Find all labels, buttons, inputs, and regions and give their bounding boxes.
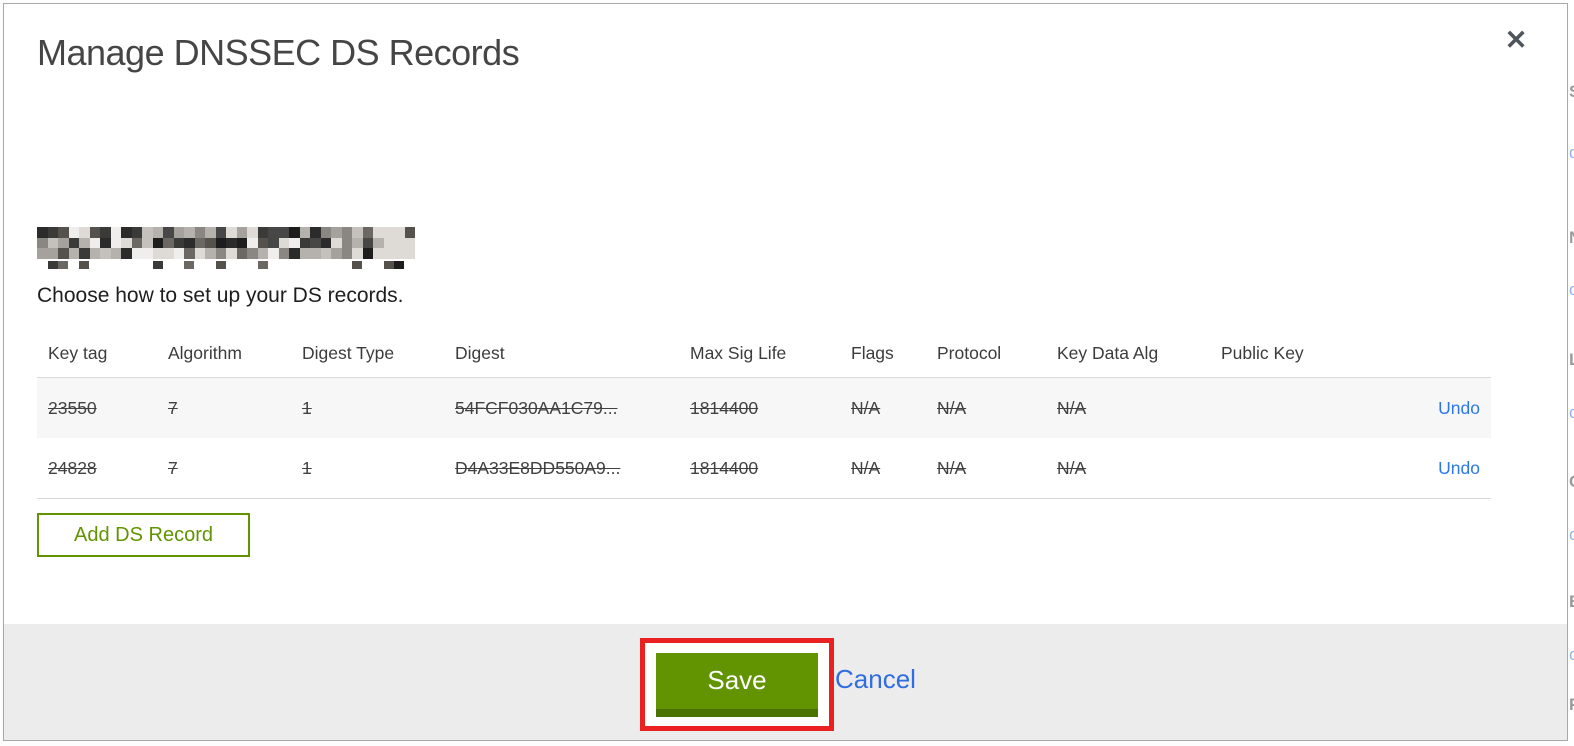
background-text-fragment: E [1569,592,1574,612]
background-text-fragment: d [1569,143,1574,162]
cell-key-tag: 24828 [48,457,97,478]
background-text-fragment: o [1569,280,1574,299]
cell-algorithm: 7 [168,397,178,418]
modal-footer: Save Cancel [4,624,1567,740]
cell-action: Undo [1411,458,1491,479]
red-annotation-box: Save [640,638,834,731]
cell-key-data-alg: N/A [1057,457,1087,478]
background-page-sliver: Sd No Lo Co Eo P [1569,0,1574,746]
cell-protocol: N/A [937,457,967,478]
column-header: Algorithm [168,343,242,363]
cell-algorithm: 7 [168,457,178,478]
subtitle-text: Choose how to set up your DS records. [37,284,404,307]
save-button[interactable]: Save [656,652,818,717]
dnssec-modal: Manage DNSSEC DS Records ✕ Choose how to… [3,3,1568,741]
background-text-fragment: P [1569,695,1574,715]
cell-flags: N/A [851,397,881,418]
background-text-fragment: o [1569,645,1574,664]
column-header: Key Data Alg [1057,343,1159,363]
column-header: Digest Type [302,343,395,363]
column-header: Protocol [937,343,1002,363]
undo-link[interactable]: Undo [1438,398,1480,418]
table-header-row: Key tag Algorithm Digest Type Digest Max Sig… [37,330,1491,377]
column-header: Digest [455,343,505,363]
cell-max-sig-life: 1814400 [690,457,759,478]
table-row: 23550 7 1 54FCF030AA1C79... 1814400 N/A N/A N/A… [37,377,1491,438]
table-body: 23550 7 1 54FCF030AA1C79... 1814400 N/A N/A N/A… [37,377,1491,499]
cell-protocol: N/A [937,397,967,418]
cell-max-sig-life: 1814400 [690,397,759,418]
cell-digest: 54FCF030AA1C79... [455,397,618,418]
background-text-fragment: L [1569,350,1574,370]
column-header: Max Sig Life [690,343,787,363]
redacted-domain-pixelation [37,227,415,259]
column-header: Public Key [1221,343,1304,363]
page-title: Manage DNSSEC DS Records [37,32,520,73]
background-text-fragment: S [1569,82,1574,102]
column-header: Flags [851,343,894,363]
cell-key-data-alg: N/A [1057,397,1087,418]
cell-digest: D4A33E8DD550A9... [455,457,621,478]
cell-flags: N/A [851,457,881,478]
background-text-fragment: o [1569,525,1574,544]
cell-digest-type: 1 [302,457,312,478]
cancel-link[interactable]: Cancel [835,664,916,695]
add-ds-record-button[interactable]: Add DS Record [37,513,250,557]
background-text-fragment: C [1569,472,1574,492]
redacted-domain-pixelation-tail [37,261,415,271]
background-text-fragment: o [1569,403,1574,422]
table-row: 24828 7 1 D4A33E8DD550A9... 1814400 N/A N/A N/A… [37,438,1491,499]
cell-digest-type: 1 [302,397,312,418]
close-icon[interactable]: ✕ [1498,22,1534,58]
ds-records-table: Key tag Algorithm Digest Type Digest Max Sig… [37,330,1491,499]
background-text-fragment: N [1569,228,1574,248]
column-header: Key tag [48,343,108,363]
cell-key-tag: 23550 [48,397,97,418]
undo-link[interactable]: Undo [1438,458,1480,478]
screenshot-root: Sd No Lo Co Eo P Manage DNSSEC DS Records ✕ C… [0,0,1574,746]
cell-action: Undo [1411,398,1491,419]
